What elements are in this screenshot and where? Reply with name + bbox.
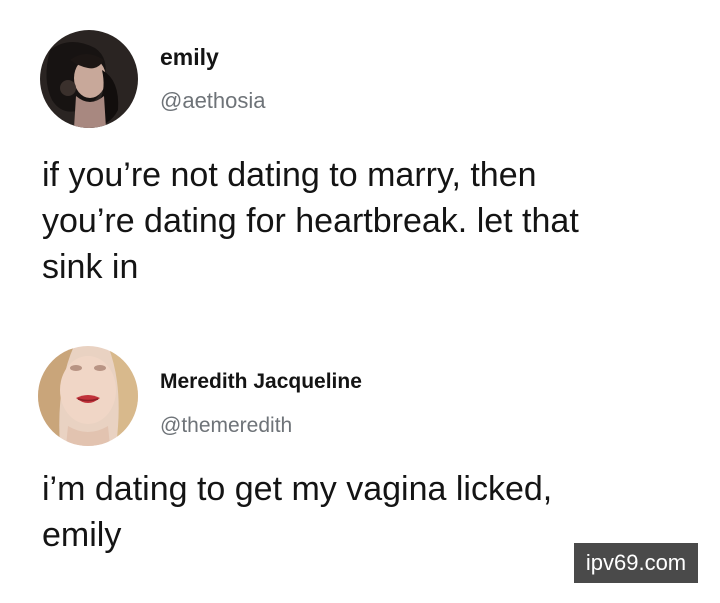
user-handle[interactable]: @aethosia — [160, 88, 266, 114]
tweet-text-line: emily — [42, 516, 122, 554]
avatar[interactable] — [40, 30, 138, 128]
avatar[interactable] — [38, 346, 138, 446]
tweet-text: i’m dating to get my vagina licked, emil… — [42, 466, 552, 558]
tweet-text: if you’re not dating to marry, then you’… — [42, 152, 579, 290]
user-handle[interactable]: @themeredith — [160, 414, 292, 438]
display-name[interactable]: emily — [160, 44, 219, 71]
display-name[interactable]: Meredith Jacqueline — [160, 370, 362, 394]
tweet-text-line: you’re dating for heartbreak. let that — [42, 202, 579, 240]
tweet-text-line: i’m dating to get my vagina licked, — [42, 470, 553, 508]
avatar-photo-icon — [38, 346, 138, 446]
avatar-photo-icon — [40, 30, 138, 128]
tweet-text-line: if you’re not dating to marry, then — [42, 156, 537, 194]
watermark: ipv69.com — [574, 543, 698, 583]
tweet-card: emily @aethosia if you’re not dating to … — [0, 0, 720, 320]
tweet-text-line: sink in — [42, 248, 139, 286]
